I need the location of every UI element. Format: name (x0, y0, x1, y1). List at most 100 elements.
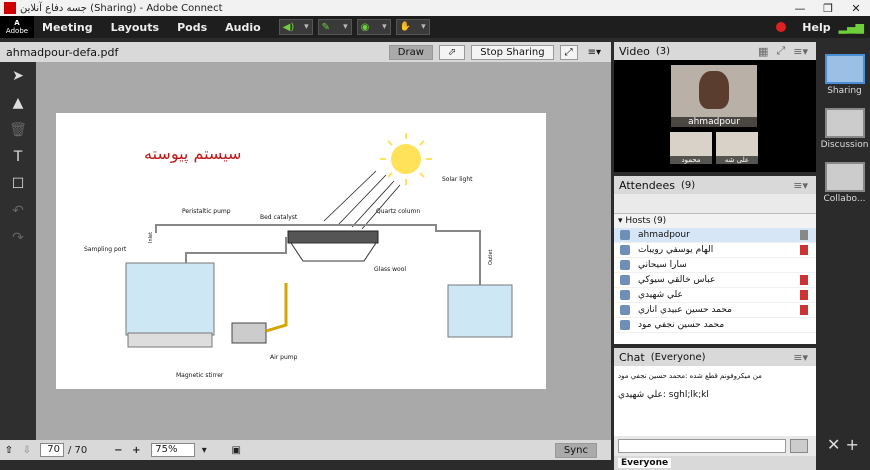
list-item[interactable]: ahmadpour (614, 228, 816, 243)
air-pump (231, 322, 267, 344)
attendee-name: الهام يوسفي رويبات (638, 245, 714, 255)
menu-layouts[interactable]: Layouts (111, 21, 159, 34)
document-filename: ahmadpour-defa.pdf (6, 45, 119, 59)
mic-toggle[interactable]: ✎ ▾ (317, 19, 352, 35)
bed-label: Bed catalyst (260, 214, 298, 221)
chat-scope: (Everyone) (650, 351, 706, 363)
camera-toggle[interactable]: ◉ ▾ (356, 19, 391, 35)
video-options-icon[interactable]: ≡▾ (793, 45, 808, 58)
list-item[interactable]: علي شهيدي (614, 288, 816, 303)
layout-collaboration-label: Collabo... (823, 194, 866, 204)
zoom-select[interactable]: 75% (151, 443, 196, 457)
share-pod: ahmadpour-defa.pdf Draw ⬀ Stop Sharing ⤢… (0, 42, 611, 460)
help-menu[interactable]: Help (802, 21, 830, 34)
chat-tabs: Everyone (614, 456, 816, 470)
video-small-tile-2[interactable]: علی شه (716, 132, 758, 164)
page-number-input[interactable]: 70 (40, 443, 64, 457)
list-item[interactable]: سارا سيحاني (614, 258, 816, 273)
zoom-out-icon[interactable]: − (109, 445, 127, 456)
raise-hand-toggle[interactable]: ✋ ▾ (395, 19, 430, 35)
video-pod: Video (3) ▦ ⤢ ≡▾ ahmadpour محمود علی شه (614, 42, 816, 172)
attendees-pod: Attendees (9) ≡▾ ▾ Hosts (9) ahmadpour ا… (614, 176, 816, 344)
menu-pods[interactable]: Pods (177, 21, 207, 34)
fit-page-icon[interactable]: ▣ (227, 445, 245, 456)
layout-sharing-thumb[interactable] (824, 54, 865, 84)
mic-status-icon (800, 230, 808, 240)
pod-options-icon[interactable]: ≡▾ (584, 46, 605, 59)
menu-meeting[interactable]: Meeting (42, 21, 93, 34)
pointer-button[interactable]: ⬀ (438, 44, 466, 60)
video-area: ahmadpour محمود علی شه (614, 60, 816, 172)
sync-button[interactable]: Sync (554, 442, 597, 458)
user-icon (620, 230, 630, 240)
draw-button[interactable]: Draw (388, 44, 433, 60)
adobe-logo: A Adobe (0, 16, 34, 38)
video-count: (3) (655, 45, 670, 57)
pump-label: Peristaltic pump (182, 208, 231, 215)
fullscreen-icon[interactable]: ⤢ (559, 44, 578, 60)
chat-input[interactable] (618, 439, 786, 453)
list-item[interactable]: الهام يوسفي رويبات (614, 243, 816, 258)
mic-status-icon (800, 290, 808, 300)
prev-page-icon[interactable]: ⇧ (0, 445, 18, 456)
video-main-tile[interactable]: ahmadpour (671, 65, 757, 127)
chat-message: من ميكروفونم قطع شده :محمد حسين نجفي مود (618, 372, 762, 380)
signal-strength-icon: ▂▄▆ (838, 20, 864, 34)
user-icon (620, 275, 630, 285)
pencil-tool-icon[interactable]: ▲ (0, 89, 36, 116)
list-item[interactable]: عباس خالقي سيوكي (614, 273, 816, 288)
next-page-icon[interactable]: ⇩ (18, 445, 36, 456)
hosts-label: Hosts (9) (625, 216, 667, 226)
video-small-tile-1[interactable]: محمود (670, 132, 712, 164)
chat-message: علي شهيدي: sghl;lk;kl (618, 390, 709, 400)
delete-icon[interactable]: 🗑 (0, 116, 36, 143)
speaker-icon: ◀) (282, 21, 295, 33)
video-grid-icon[interactable]: ▦ (758, 45, 768, 58)
stirrer-plate (127, 332, 213, 348)
select-tool-icon[interactable]: ➤ (0, 62, 36, 89)
shape-tool-icon[interactable]: ☐ (0, 170, 36, 197)
zoom-dropdown-icon[interactable]: ▾ (195, 445, 213, 456)
chat-messages: من ميكروفونم قطع شده :محمد حسين نجفي مود… (614, 366, 816, 436)
user-icon (620, 320, 630, 330)
outlet-label: Outlet (488, 249, 494, 265)
mic-status-icon (800, 245, 808, 255)
speaker-toggle[interactable]: ◀) ▾ (278, 19, 313, 35)
video-main-name: ahmadpour (671, 117, 757, 127)
layout-discussion-label: Discussion (820, 140, 869, 150)
record-icon[interactable] (776, 22, 787, 32)
layout-discussion-thumb[interactable] (824, 108, 865, 138)
slide: سيستم پيوسته Solar light Quartz column B… (56, 113, 546, 389)
attendees-title: Attendees (619, 178, 675, 192)
list-item[interactable]: محمد حسين نجفي مود (614, 318, 816, 333)
close-button[interactable]: ✕ (842, 2, 870, 15)
video-pod-header: Video (3) ▦ ⤢ ≡▾ (614, 42, 816, 60)
stop-sharing-button[interactable]: Stop Sharing (471, 44, 554, 60)
hosts-group[interactable]: ▾ Hosts (9) (614, 214, 816, 228)
layout-collaboration-thumb[interactable] (824, 162, 865, 192)
send-message-icon[interactable] (790, 439, 808, 453)
airpump-label: Air pump (270, 354, 298, 361)
text-tool-icon[interactable]: T (0, 143, 36, 170)
presenter-video (699, 71, 729, 109)
video-fullscreen-icon[interactable]: ⤢ (776, 44, 785, 58)
minimize-button[interactable]: — (786, 2, 814, 15)
maximize-button[interactable]: ❐ (814, 2, 842, 15)
video-small-name-2: علی شه (716, 156, 758, 164)
sun-shape (391, 144, 421, 174)
menu-audio[interactable]: Audio (225, 21, 261, 34)
user-icon (620, 290, 630, 300)
zoom-in-icon[interactable]: + (127, 445, 145, 456)
list-item[interactable]: محمد حسين عبيدي انازي (614, 303, 816, 318)
chat-input-row (614, 436, 816, 456)
document-stage: سيستم پيوسته Solar light Quartz column B… (36, 62, 611, 440)
chat-options-icon[interactable]: ≡▾ (793, 351, 808, 364)
undo-icon[interactable]: ↶ (0, 197, 36, 224)
layout-tools-icon[interactable]: ✕ + (827, 435, 859, 454)
app-icon (4, 2, 16, 14)
attendees-options-icon[interactable]: ≡▾ (793, 179, 808, 192)
stirrer-label: Magnetic stirrer (176, 372, 224, 379)
attendee-name: محمد حسين عبيدي انازي (638, 305, 733, 315)
sampling-label: Sampling port (84, 246, 127, 253)
redo-icon[interactable]: ↷ (0, 224, 36, 251)
